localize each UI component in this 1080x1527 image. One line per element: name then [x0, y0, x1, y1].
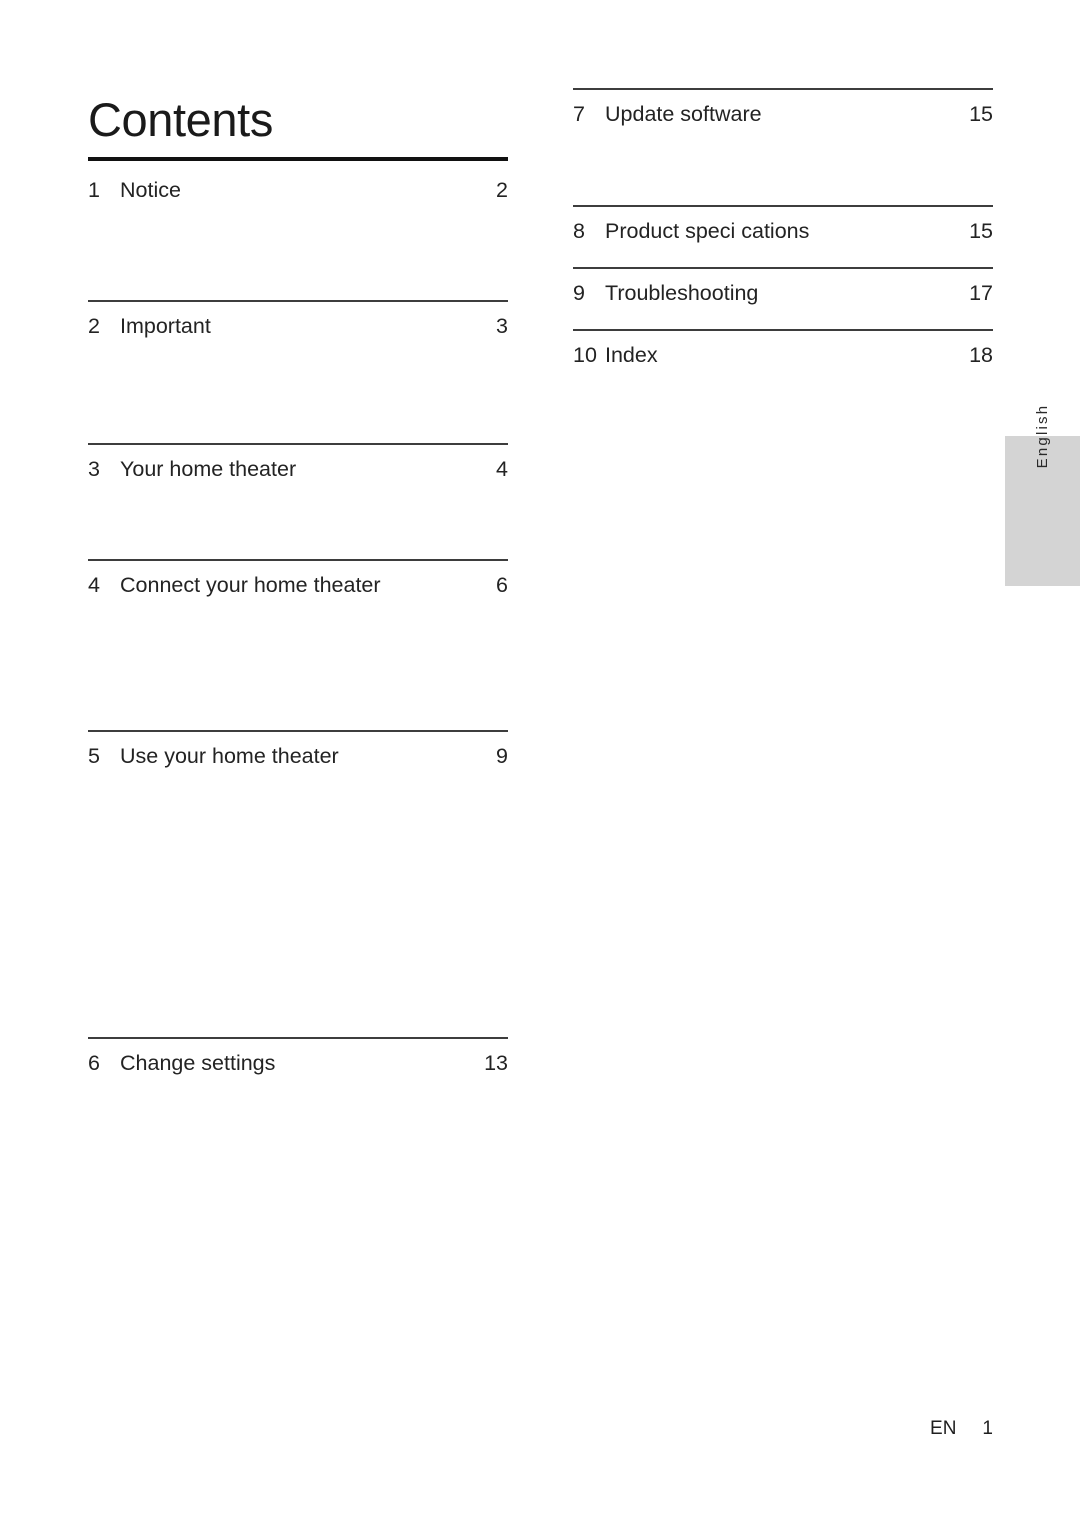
toc-entry-page: 13: [484, 1051, 508, 1075]
toc-entry-index[interactable]: 10 Index 18: [573, 329, 993, 369]
toc-entry-label: Important: [120, 314, 211, 338]
toc-entry-page: 4: [496, 457, 508, 481]
page-header: Contents: [88, 96, 508, 161]
toc-entry-label: Connect your home theater: [120, 573, 381, 597]
toc-entry-number: 7: [573, 102, 585, 126]
toc-entry-page: 3: [496, 314, 508, 338]
toc-entry-number: 6: [88, 1051, 100, 1075]
toc-entry-number: 4: [88, 573, 100, 597]
toc-entry-page: 2: [496, 178, 508, 202]
toc-entry-update-software[interactable]: 7 Update software 15: [573, 88, 993, 128]
page-footer: EN 1: [0, 1418, 993, 1440]
toc-entry-product-specifications[interactable]: 8 Product speci cations 15: [573, 205, 993, 245]
page-title: Contents: [88, 93, 273, 146]
toc-entry-number: 1: [88, 178, 100, 202]
footer-locale-code: EN: [930, 1418, 957, 1439]
toc-entry-label: Troubleshooting: [605, 281, 759, 305]
toc-entry-label: Use your home theater: [120, 744, 339, 768]
toc-entry-page: 15: [969, 219, 993, 243]
toc-entry-notice[interactable]: 1 Notice 2: [88, 166, 508, 204]
toc-entry-connect-your-home-theater[interactable]: 4 Connect your home theater 6: [88, 559, 508, 599]
toc-entry-page: 6: [496, 573, 508, 597]
toc-entry-label: Update software: [605, 102, 762, 126]
toc-entry-number: 10: [573, 343, 597, 367]
toc-entry-number: 8: [573, 219, 585, 243]
language-tab-label: English: [1034, 403, 1051, 469]
language-tab: English: [1005, 404, 1080, 586]
toc-entry-number: 5: [88, 744, 100, 768]
toc-entry-label: Product speci cations: [605, 219, 810, 243]
title-divider: [88, 157, 508, 161]
toc-entry-page: 15: [969, 102, 993, 126]
toc-entry-number: 3: [88, 457, 100, 481]
footer-page-number: 1: [982, 1418, 993, 1439]
toc-entry-number: 2: [88, 314, 100, 338]
toc-entry-your-home-theater[interactable]: 3 Your home theater 4: [88, 443, 508, 483]
document-page: Contents 1 Notice 2 2 Important 3 3 Your…: [0, 0, 1080, 1527]
toc-entry-troubleshooting[interactable]: 9 Troubleshooting 17: [573, 267, 993, 307]
toc-entry-page: 9: [496, 744, 508, 768]
toc-entry-label: Index: [605, 343, 658, 367]
toc-entry-label: Your home theater: [120, 457, 297, 481]
toc-entry-number: 9: [573, 281, 585, 305]
toc-entry-change-settings[interactable]: 6 Change settings 13: [88, 1037, 508, 1077]
toc-entry-label: Change settings: [120, 1051, 276, 1075]
toc-entry-page: 18: [969, 343, 993, 367]
toc-entry-label: Notice: [120, 178, 181, 202]
toc-entry-use-your-home-theater[interactable]: 5 Use your home theater 9: [88, 730, 508, 770]
toc-entry-page: 17: [969, 281, 993, 305]
toc-entry-important[interactable]: 2 Important 3: [88, 300, 508, 340]
